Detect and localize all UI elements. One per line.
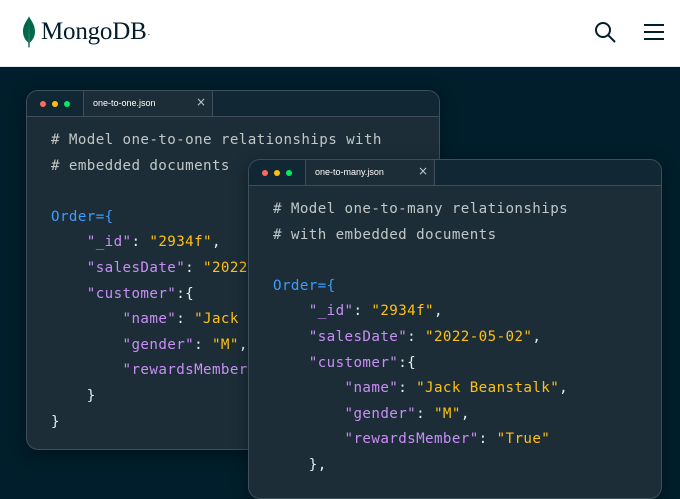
code-punctuation: , (211, 234, 221, 251)
code-key: "salesDate" (86, 259, 186, 276)
code-string: "M" (211, 336, 239, 353)
code-key: "_id" (308, 303, 354, 320)
window-titlebar: one-to-one.json × (27, 91, 439, 117)
close-dot-icon (262, 170, 268, 176)
code-key: "customer" (308, 354, 399, 371)
site-header: MongoDB. (0, 0, 680, 67)
code-window-one-to-many: one-to-many.json × # Model one-to-many r… (248, 159, 662, 499)
code-string: "True" (496, 431, 551, 448)
code-punctuation: : (176, 311, 195, 328)
minimize-dot-icon (274, 170, 280, 176)
code-punctuation: : (194, 336, 212, 353)
code-punctuation: } (51, 413, 60, 430)
maximize-dot-icon (286, 170, 292, 176)
code-key: "customer" (86, 285, 177, 302)
code-variable: Order (51, 208, 96, 225)
window-titlebar: one-to-many.json × (249, 160, 661, 186)
code-line: "salesDate": "2022-05-02", (273, 325, 661, 351)
file-tab[interactable]: one-to-one.json × (83, 91, 213, 116)
code-key: "gender" (344, 405, 417, 422)
code-punctuation: : (416, 405, 434, 422)
code-punctuation: , (532, 328, 542, 345)
code-line: Order={ (273, 274, 661, 300)
code-punctuation: : (353, 303, 372, 320)
close-tab-icon[interactable]: × (418, 165, 428, 177)
mongodb-logo[interactable]: MongoDB. (22, 15, 150, 49)
code-punctuation: , (460, 405, 470, 422)
code-punctuation: :{ (176, 285, 195, 302)
code-block: # Model one-to-many relationships # with … (273, 197, 661, 479)
code-string: "2934f" (149, 234, 212, 251)
file-tab[interactable]: one-to-many.json × (305, 160, 435, 185)
code-punctuation: : (398, 380, 417, 397)
code-string: "Jack Beanstalk" (416, 380, 560, 397)
code-string: "2022-05-02" (425, 328, 533, 345)
code-line: "rewardsMember": "True" (273, 427, 661, 453)
code-string: "2934f" (371, 303, 434, 320)
code-comment: # embedded documents (51, 157, 230, 174)
code-line: "_id": "2934f", (273, 299, 661, 325)
code-comment: # Model one-to-one relationships with (51, 132, 382, 148)
code-line: # Model one-to-one relationships with (51, 128, 439, 154)
code-key: "rewardsMember" (344, 431, 479, 448)
code-comment: # with embedded documents (273, 226, 497, 243)
code-punctuation: }, (308, 456, 327, 473)
code-punctuation: , (433, 303, 443, 320)
brand-reg-mark: . (147, 27, 151, 37)
code-punctuation: : (478, 431, 497, 448)
close-dot-icon (40, 101, 46, 107)
code-line: "name": "Jack Beanstalk", (273, 376, 661, 402)
code-punctuation: : (131, 234, 150, 251)
minimize-dot-icon (52, 101, 58, 107)
code-key: "_id" (86, 234, 132, 251)
code-punctuation: :{ (398, 354, 417, 371)
code-key: "rewardsMember" (122, 362, 257, 379)
code-variable: Order (273, 277, 318, 294)
code-punctuation: } (86, 387, 96, 404)
code-punctuation: ={ (95, 208, 114, 225)
code-punctuation: , (238, 336, 248, 353)
code-key: "name" (344, 380, 399, 397)
code-punctuation: : (185, 259, 204, 276)
code-line: # with embedded documents (273, 223, 661, 249)
code-punctuation: : (407, 328, 426, 345)
menu-icon[interactable] (642, 22, 666, 42)
code-key: "salesDate" (308, 328, 408, 345)
search-icon[interactable] (594, 21, 616, 43)
code-line: "gender": "M", (273, 402, 661, 428)
tab-label: one-to-one.json (93, 98, 156, 108)
code-comment: # Model one-to-many relationships (273, 201, 569, 217)
code-line: }, (273, 453, 661, 479)
leaf-logo-icon (23, 16, 35, 48)
code-string: "M" (433, 405, 461, 422)
code-line: # Model one-to-many relationships (273, 197, 661, 223)
code-key: "name" (122, 311, 177, 328)
code-punctuation: ={ (317, 277, 336, 294)
maximize-dot-icon (64, 101, 70, 107)
tab-label: one-to-many.json (315, 167, 384, 177)
close-tab-icon[interactable]: × (196, 96, 206, 108)
code-punctuation: , (559, 380, 569, 397)
code-line: "customer":{ (273, 351, 661, 377)
code-key: "gender" (122, 336, 195, 353)
brand-name: MongoDB (41, 18, 147, 45)
